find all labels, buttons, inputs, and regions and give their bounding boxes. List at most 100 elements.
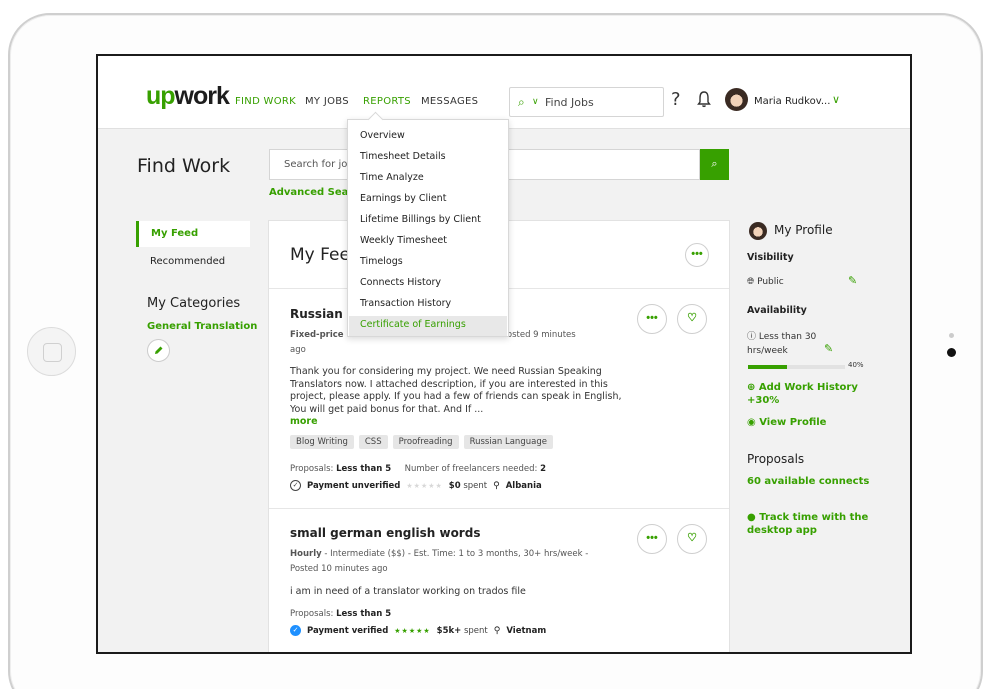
- profile-completeness-fill: [748, 365, 787, 369]
- proposals-heading: Proposals: [747, 452, 805, 466]
- menu-item-timelogs[interactable]: Timelogs: [360, 256, 403, 267]
- profile-completeness-label: 40%: [848, 361, 864, 369]
- chevron-down-icon[interactable]: ∨: [532, 96, 539, 107]
- clock-icon: ⓘ: [747, 332, 757, 342]
- category-general-translation[interactable]: General Translation: [147, 321, 257, 332]
- menu-item-overview[interactable]: Overview: [360, 130, 405, 141]
- heart-icon: ♡: [687, 532, 697, 544]
- more-icon: •••: [691, 248, 703, 260]
- job-type: Hourly: [290, 549, 322, 559]
- avatar[interactable]: [725, 88, 748, 111]
- proposals-value: Less than 5: [336, 464, 392, 474]
- job-proposals: Proposals: Less than 5 Number of freelan…: [290, 464, 546, 474]
- nav-reports[interactable]: REPORTS: [363, 96, 411, 107]
- job-title[interactable]: small german english words: [290, 526, 480, 540]
- search-button[interactable]: ⌕: [700, 149, 729, 180]
- sidebar-item-recommended[interactable]: Recommended: [150, 256, 225, 267]
- job-description-text: Thank you for considering my project. We…: [290, 366, 622, 415]
- search-icon: ⌕: [711, 158, 718, 170]
- reports-dropdown-menu: Overview Timesheet Details Time Analyze …: [347, 119, 509, 337]
- menu-item-connects-history[interactable]: Connects History: [360, 277, 441, 288]
- job-type: Fixed-price: [290, 330, 344, 340]
- header-search-placeholder: Find Jobs: [545, 96, 594, 109]
- tablet-home-button: [27, 327, 76, 376]
- skill-tag[interactable]: Russian Language: [463, 435, 553, 449]
- more-link[interactable]: more: [290, 416, 318, 427]
- edit-availability-pencil-icon[interactable]: ✎: [824, 342, 833, 355]
- edit-categories-button[interactable]: [147, 339, 170, 362]
- my-profile-heading[interactable]: My Profile: [774, 223, 833, 237]
- track-time-link[interactable]: ● Track time with the desktop app: [747, 511, 877, 537]
- unverified-check-icon: ✓: [290, 480, 301, 491]
- location-pin-icon: ⚲: [493, 480, 500, 491]
- timer-icon: ●: [747, 512, 756, 523]
- pencil-icon: [155, 346, 163, 354]
- available-connects-link[interactable]: 60 available connects: [747, 476, 869, 487]
- app-screen: upwork FIND WORK MY JOBS REPORTS MESSAGE…: [96, 54, 912, 654]
- job-more-button[interactable]: •••: [637, 524, 667, 554]
- user-chevron-down-icon[interactable]: ∨: [832, 93, 840, 106]
- feed-more-button[interactable]: •••: [685, 243, 709, 267]
- menu-item-time-analyze[interactable]: Time Analyze: [360, 172, 424, 183]
- menu-item-weekly-timesheet[interactable]: Weekly Timesheet: [360, 235, 447, 246]
- add-work-text: Add Work History +30%: [747, 382, 858, 406]
- nav-messages[interactable]: MESSAGES: [421, 96, 478, 107]
- proposals-label: Proposals:: [290, 609, 334, 619]
- spent-label: spent: [463, 625, 488, 636]
- skill-tags: Blog Writing CSS Proofreading Russian La…: [290, 435, 553, 449]
- client-info: ✓ Payment unverified ★★★★★ $0 spent ⚲ Al…: [290, 480, 542, 491]
- profile-avatar[interactable]: [749, 222, 767, 240]
- view-profile-text: View Profile: [759, 417, 827, 428]
- sidebar-item-my-feed[interactable]: My Feed: [136, 221, 250, 247]
- user-name[interactable]: Maria Rudkov...: [754, 96, 830, 107]
- view-profile-link[interactable]: ◉ View Profile: [747, 417, 826, 428]
- job-description: i am in need of a translator working on …: [290, 586, 526, 597]
- menu-item-timesheet-details[interactable]: Timesheet Details: [360, 151, 446, 162]
- search-icon: ⌕: [518, 95, 525, 109]
- menu-item-certificate-of-earnings[interactable]: Certificate of Earnings: [360, 319, 466, 330]
- nav-my-jobs[interactable]: MY JOBS: [305, 96, 349, 107]
- visibility-value: 🌐︎ Public: [747, 277, 784, 287]
- verified-check-icon: ✓: [290, 625, 301, 636]
- skill-tag[interactable]: Proofreading: [392, 435, 459, 449]
- eye-icon: ◉: [747, 417, 756, 428]
- edit-visibility-pencil-icon[interactable]: ✎: [848, 274, 857, 287]
- visibility-text: Public: [757, 277, 784, 287]
- job-more-button[interactable]: •••: [637, 304, 667, 334]
- rating-stars: ★★★★★: [406, 481, 443, 490]
- nav-find-work[interactable]: FIND WORK: [235, 96, 296, 107]
- heart-icon: ♡: [687, 312, 697, 324]
- visibility-label: Visibility: [747, 252, 794, 263]
- proposals-value: Less than 5: [336, 609, 392, 619]
- payment-status: Payment unverified: [307, 480, 401, 491]
- upwork-logo[interactable]: upwork: [146, 82, 230, 111]
- skill-tag[interactable]: CSS: [358, 435, 388, 449]
- job-description: Thank you for considering my project. We…: [290, 366, 625, 429]
- page-title: Find Work: [137, 155, 231, 177]
- globe-icon: 🌐︎: [747, 277, 755, 287]
- more-icon: •••: [646, 312, 658, 324]
- client-country: Albania: [505, 480, 542, 491]
- bell-icon[interactable]: [696, 90, 712, 108]
- availability-text: Less than 30 hrs/week: [747, 332, 817, 356]
- menu-item-transaction-history[interactable]: Transaction History: [360, 298, 451, 309]
- job-meta: Hourly - Intermediate ($$) - Est. Time: …: [290, 547, 620, 577]
- spent-value: $0: [448, 480, 461, 491]
- help-icon[interactable]: ?: [671, 89, 681, 110]
- job-card[interactable]: small german english words ••• ♡ Hourly …: [269, 510, 729, 652]
- spent-label: spent: [463, 480, 488, 491]
- freelancers-value: 2: [540, 464, 546, 474]
- save-job-button[interactable]: ♡: [677, 524, 707, 554]
- save-job-button[interactable]: ♡: [677, 304, 707, 334]
- job-proposals: Proposals: Less than 5: [290, 609, 391, 619]
- header-search-input[interactable]: ⌕ ∨ Find Jobs: [509, 87, 664, 117]
- menu-item-earnings-by-client[interactable]: Earnings by Client: [360, 193, 446, 204]
- menu-item-lifetime-billings[interactable]: Lifetime Billings by Client: [360, 214, 481, 225]
- skill-tag[interactable]: Blog Writing: [290, 435, 354, 449]
- categories-heading: My Categories: [147, 296, 241, 311]
- job-posted-ago: Posted 10 minutes ago: [290, 564, 388, 574]
- add-work-history-link[interactable]: ⊕ Add Work History +30%: [747, 381, 867, 407]
- proposals-label: Proposals:: [290, 464, 334, 474]
- sidebar-item-label: My Feed: [151, 228, 199, 239]
- plus-circle-icon: ⊕: [747, 382, 756, 393]
